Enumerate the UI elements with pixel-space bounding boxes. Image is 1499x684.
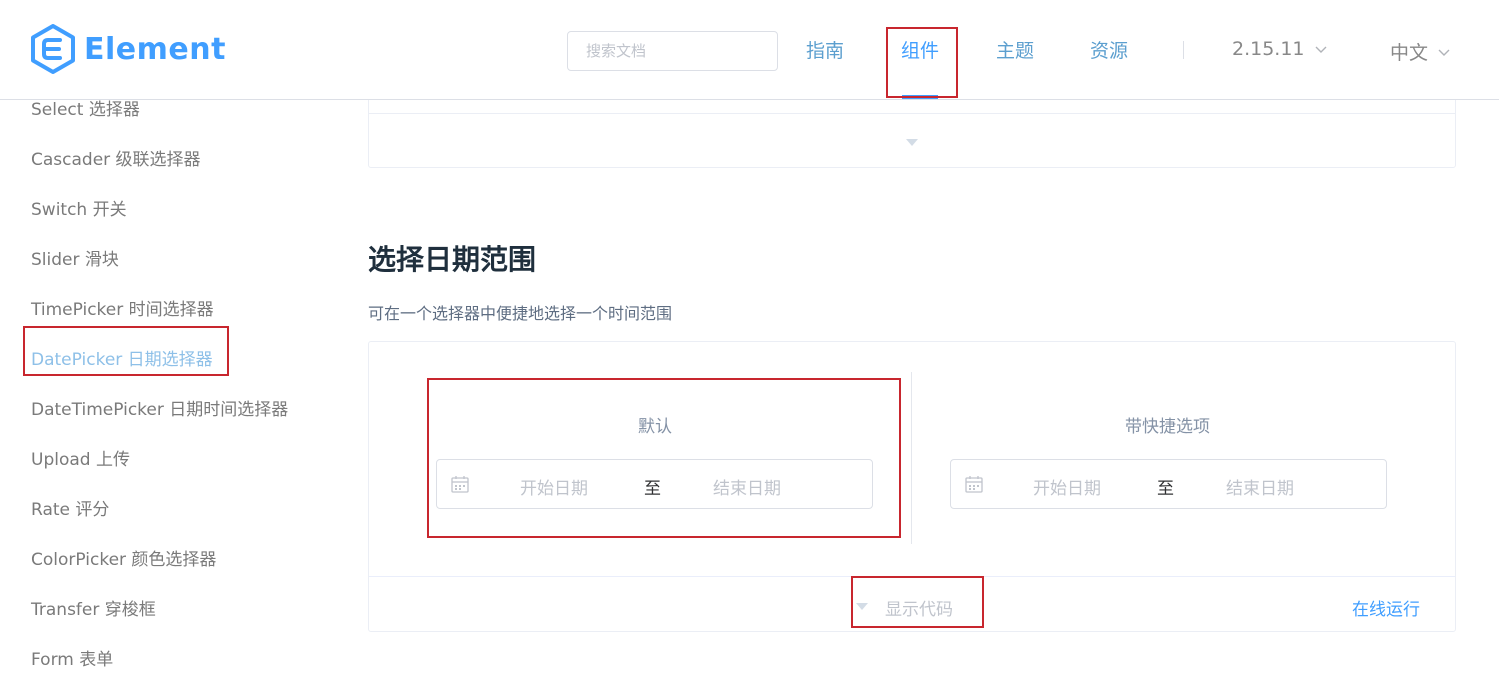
sidebar-item-transfer[interactable]: Transfer 穿梭框 [31,595,156,620]
demo-control-bar: 显示代码 在线运行 [369,576,1455,632]
sidebar-item-rate[interactable]: Rate 评分 [31,495,109,520]
end-date-input[interactable]: 结束日期 [1226,474,1294,499]
sidebar-item-form[interactable]: Form 表单 [31,645,113,670]
logo-text: Element [84,31,226,67]
sidebar-item-colorpicker[interactable]: ColorPicker 颜色选择器 [31,545,216,570]
nav-theme[interactable]: 主题 [996,36,1034,63]
top-header: Element 指南 组件 主题 资源 2.15.11 中文 [0,0,1499,100]
demo-control-divider [369,113,1455,114]
chevron-down-icon [1315,46,1327,53]
range-separator: 至 [644,479,661,499]
version-dropdown[interactable]: 2.15.11 [1232,38,1327,60]
shortcuts-label: 带快捷选项 [1125,417,1210,437]
chevron-down-icon [1438,49,1450,56]
show-code-button[interactable]: 显示代码 [885,595,953,620]
sidebar-item-switch[interactable]: Switch 开关 [31,195,127,220]
nav-resource[interactable]: 资源 [1090,36,1128,63]
sidebar-item-slider[interactable]: Slider 滑块 [31,245,119,270]
sidebar-item-datepicker[interactable]: DatePicker 日期选择器 [31,345,213,370]
nav-guide[interactable]: 指南 [806,36,844,63]
language-label: 中文 [1390,42,1429,64]
element-logo-icon [31,24,75,74]
calendar-icon [451,476,469,493]
element-logo[interactable]: Element [30,24,226,74]
shortcuts-date-range-picker[interactable]: 开始日期 至 结束日期 [950,459,1387,509]
version-label: 2.15.11 [1232,38,1305,60]
caret-down-icon[interactable] [856,603,868,610]
language-dropdown[interactable]: 中文 [1390,38,1450,65]
section-description: 可在一个选择器中便捷地选择一个时间范围 [368,304,673,323]
search-docs-input[interactable] [567,31,778,71]
sidebar-item-cascader[interactable]: Cascader 级联选择器 [31,145,201,170]
calendar-icon [965,476,983,493]
nav-component[interactable]: 组件 [901,36,939,63]
default-label: 默认 [638,417,672,437]
caret-down-icon[interactable] [906,139,918,146]
nav-active-indicator [902,95,938,99]
column-divider [911,372,912,544]
section-title: 选择日期范围 [368,243,537,276]
sidebar-item-datetimepicker[interactable]: DateTimePicker 日期时间选择器 [31,395,288,420]
sidebar: Select 选择器 Cascader 级联选择器 Switch 开关 Slid… [0,88,330,684]
sidebar-item-timepicker[interactable]: TimePicker 时间选择器 [31,295,214,320]
end-date-input[interactable]: 结束日期 [713,474,781,499]
sidebar-item-upload[interactable]: Upload 上传 [31,445,130,470]
start-date-input[interactable]: 开始日期 [1033,474,1101,499]
range-separator: 至 [1157,479,1174,499]
date-range-demo-block: 默认 开始日期 至 结束日期 带快捷选项 开始日期 至 结束日期 显示代码 在线… [368,341,1456,632]
default-date-range-picker[interactable]: 开始日期 至 结束日期 [436,459,873,509]
start-date-input[interactable]: 开始日期 [520,474,588,499]
nav-divider [1183,41,1184,59]
run-online-button[interactable]: 在线运行 [1352,595,1420,620]
